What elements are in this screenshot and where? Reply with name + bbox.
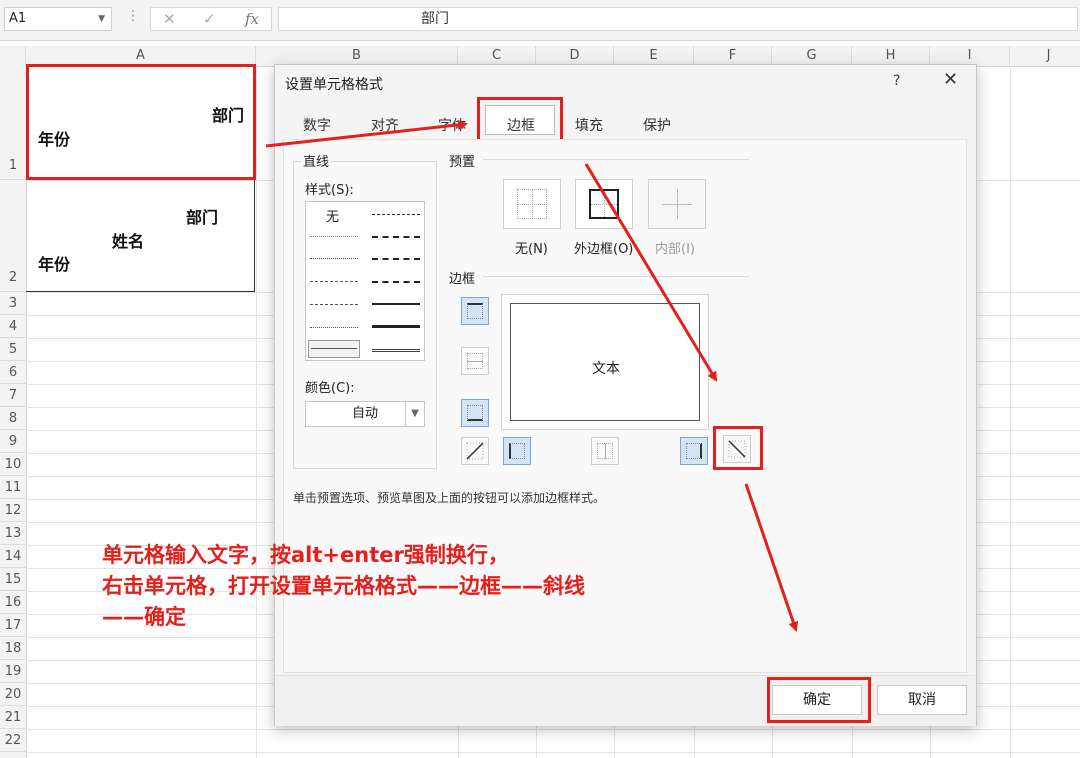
annotation-arrows — [265, 119, 799, 632]
annotation-line-2: 右击单元格，打开设置单元格格式——边框——斜线 — [102, 574, 585, 598]
arrow-to-border-tab — [265, 119, 468, 148]
annotation-text: 单元格输入文字，按alt+enter强制换行， 右击单元格，打开设置单元格格式—… — [102, 540, 585, 633]
arrow-to-diagonal-button — [584, 163, 718, 382]
annotation-line-3: ——确定 — [102, 605, 186, 629]
annotation-line-1: 单元格输入文字，按alt+enter强制换行， — [102, 543, 509, 567]
arrow-to-ok-button — [744, 483, 799, 632]
